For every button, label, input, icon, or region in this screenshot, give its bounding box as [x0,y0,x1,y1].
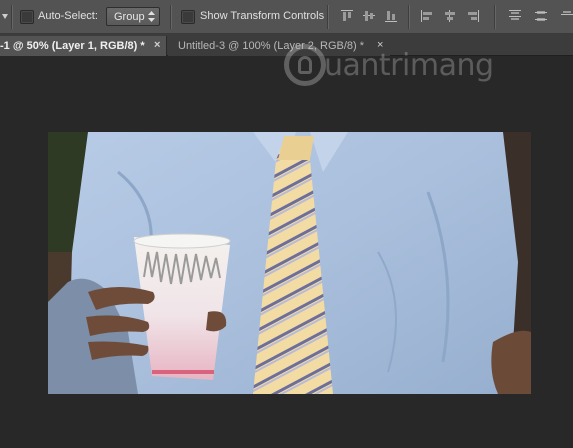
document-tab-label: -1 @ 50% (Layer 1, RGB/8) * [0,40,145,52]
auto-select-target-value: Group [114,11,145,23]
options-bar: Auto-Select: Group Show Transform Contro… [0,0,573,34]
options-separator [170,5,172,29]
auto-select-target-select[interactable]: Group [106,7,160,26]
select-updown-icon [148,11,155,22]
photo-illustration [48,132,531,394]
distribute-top-edges-icon[interactable] [508,9,522,23]
document-tab-label: Untitled-3 @ 100% (Layer 2, RGB/8) * [178,40,365,52]
show-transform-controls-checkbox[interactable] [181,10,195,24]
distribute-vertical-centers-icon[interactable] [534,9,548,23]
options-separator [327,5,329,29]
tab-close-icon[interactable]: × [154,39,160,51]
auto-select-label: Auto-Select: [38,10,98,22]
show-transform-controls-label: Show Transform Controls [200,10,325,22]
options-separator [494,5,496,29]
align-bottom-edges-icon[interactable] [384,9,398,23]
align-right-edges-icon[interactable] [466,9,480,23]
auto-select-checkbox[interactable] [20,10,34,24]
align-vertical-centers-icon[interactable] [362,9,376,23]
document-tab-untitled-3[interactable]: Untitled-3 @ 100% (Layer 2, RGB/8) * × [168,36,390,56]
options-separator [11,5,13,29]
align-left-edges-icon[interactable] [420,9,434,23]
align-horizontal-centers-icon[interactable] [443,9,457,23]
options-separator [408,5,410,29]
canvas-image[interactable] [48,132,531,394]
distribute-bottom-edges-icon[interactable] [560,9,573,23]
document-tab-bar: -1 @ 50% (Layer 1, RGB/8) * × Untitled-3… [0,34,573,56]
document-tab-active[interactable]: -1 @ 50% (Layer 1, RGB/8) * × [0,36,167,56]
tab-close-icon[interactable]: × [377,39,383,51]
align-top-edges-icon[interactable] [340,9,354,23]
tool-preset-dropdown-arrow-icon[interactable] [2,14,8,19]
